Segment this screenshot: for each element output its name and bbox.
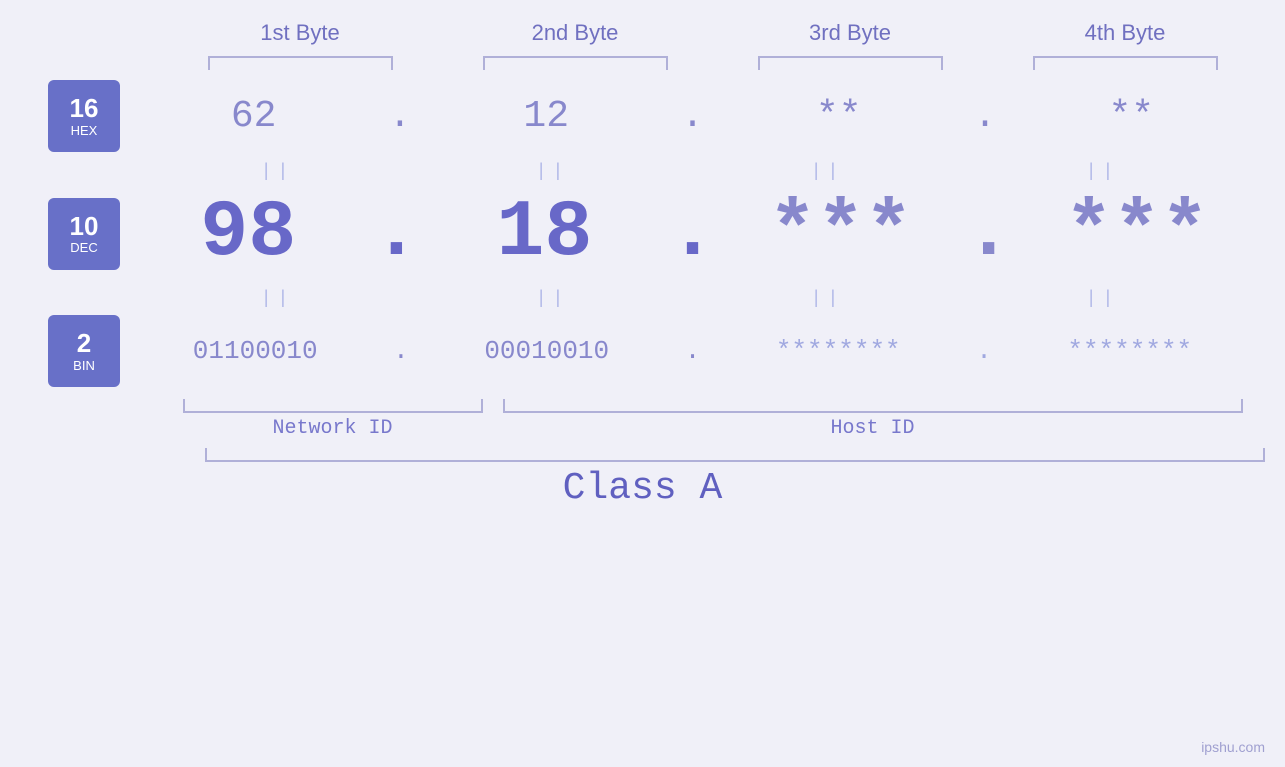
hex-badge-number: 16 (70, 94, 99, 123)
byte-header-1: 1st Byte (190, 20, 410, 46)
top-bracket-4 (1033, 56, 1218, 70)
dec-badge: 10 DEC (48, 198, 120, 270)
sep-3: || (718, 162, 938, 182)
class-label: Class A (0, 467, 1285, 510)
hex-val-2: 12 (454, 95, 639, 138)
dec-row: 10 DEC 98 . 18 . *** . *** (0, 188, 1285, 279)
bin-val-1: 01100010 (163, 336, 348, 366)
host-id-label: Host ID (503, 417, 1243, 440)
sep-2: || (443, 162, 663, 182)
top-bracket-2 (483, 56, 668, 70)
bin-val-3: ******** (746, 336, 931, 366)
watermark: ipshu.com (1201, 739, 1265, 755)
hex-val-1: 62 (161, 95, 346, 138)
hex-dot-1: . (389, 95, 412, 138)
sep-1: || (168, 162, 388, 182)
bin-dot-3: . (976, 336, 992, 366)
bin-badge: 2 BIN (48, 315, 120, 387)
byte-header-2: 2nd Byte (465, 20, 685, 46)
bin-badge-number: 2 (77, 329, 91, 358)
dec-dot-1: . (372, 188, 420, 279)
dec-val-1: 98 (156, 188, 341, 279)
hex-dot-2: . (681, 95, 704, 138)
bin-row: 2 BIN 01100010 . 00010010 . ******** . *… (0, 315, 1285, 387)
hex-row: 16 HEX 62 . 12 . ** . ** (0, 80, 1285, 152)
top-bracket-1 (208, 56, 393, 70)
id-labels: Network ID Host ID (163, 417, 1263, 440)
network-id-label: Network ID (183, 417, 483, 440)
bin-dot-2: . (685, 336, 701, 366)
top-bracket-3 (758, 56, 943, 70)
hex-val-4: ** (1039, 95, 1224, 138)
byte-header-3: 3rd Byte (740, 20, 960, 46)
sep2-1: || (168, 289, 388, 309)
hex-val-3: ** (746, 95, 931, 138)
sep2-2: || (443, 289, 663, 309)
network-bracket (183, 399, 483, 413)
dec-dot-2: . (668, 188, 716, 279)
dec-badge-label: DEC (70, 240, 97, 255)
big-bottom-bracket (205, 448, 1265, 462)
bin-val-2: 00010010 (454, 336, 639, 366)
sep-row-1: || || || || (0, 162, 1285, 182)
byte-header-4: 4th Byte (1015, 20, 1235, 46)
bin-dot-1: . (393, 336, 409, 366)
hex-badge-label: HEX (71, 123, 98, 138)
dec-val-4: *** (1044, 188, 1229, 279)
main-container: 1st Byte 2nd Byte 3rd Byte 4th Byte 16 H… (0, 0, 1285, 767)
bin-val-4: ******** (1037, 336, 1222, 366)
sep-row-2: || || || || (0, 289, 1285, 309)
sep2-4: || (993, 289, 1213, 309)
dec-badge-number: 10 (70, 212, 99, 241)
sep-4: || (993, 162, 1213, 182)
hex-badge: 16 HEX (48, 80, 120, 152)
bottom-brackets (163, 399, 1263, 413)
dec-val-3: *** (748, 188, 933, 279)
dec-dot-3: . (965, 188, 1013, 279)
bin-badge-label: BIN (73, 358, 95, 373)
sep2-3: || (718, 289, 938, 309)
host-bracket (503, 399, 1243, 413)
dec-val-2: 18 (452, 188, 637, 279)
hex-dot-3: . (974, 95, 997, 138)
